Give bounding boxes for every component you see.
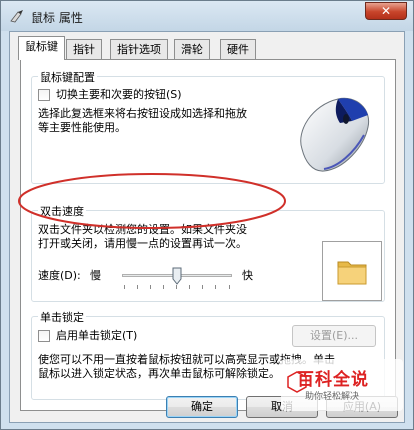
window-title: 鼠标 属性 bbox=[31, 11, 83, 25]
click-lock-label[interactable]: 启用单击锁定(T) bbox=[56, 329, 137, 343]
settings-button[interactable]: 设置(E)... bbox=[292, 325, 376, 347]
click-lock-desc-2: 鼠标以进入锁定状态，再次单击鼠标可解除锁定。 bbox=[38, 367, 280, 380]
click-lock-title: 单击锁定 bbox=[38, 309, 86, 325]
button-config-desc-2: 等主要性能使用。 bbox=[38, 121, 126, 134]
test-folder-area[interactable] bbox=[322, 241, 382, 301]
tab-hardware[interactable]: 硬件 bbox=[220, 39, 256, 59]
switch-buttons-label[interactable]: 切换主要和次要的按钮(S) bbox=[56, 88, 182, 102]
red-annotation-ellipse bbox=[18, 173, 286, 229]
title-bar[interactable]: 鼠标 属性 ✕ bbox=[1, 1, 413, 31]
tab-pointers[interactable]: 指针 bbox=[66, 39, 102, 59]
slider-tick bbox=[229, 285, 230, 289]
slider-tick bbox=[137, 285, 138, 289]
watermark: 百科全说 助你轻松解决 bbox=[281, 359, 403, 411]
folder-icon[interactable] bbox=[335, 254, 369, 288]
close-button[interactable]: ✕ bbox=[365, 2, 407, 20]
button-config-title: 鼠标键配置 bbox=[38, 69, 97, 85]
speed-label: 速度(D): bbox=[38, 269, 81, 282]
fast-label: 快 bbox=[242, 269, 253, 282]
watermark-main-text: 百科全说 bbox=[297, 370, 369, 390]
slider-tick bbox=[124, 285, 125, 289]
mouse-illustration-icon bbox=[300, 97, 370, 172]
slider-tick bbox=[215, 285, 216, 289]
slider-tick bbox=[163, 285, 164, 289]
tab-pointer-options[interactable]: 指针选项 bbox=[110, 39, 168, 59]
slow-label: 慢 bbox=[90, 269, 101, 282]
button-config-group: 鼠标键配置 切换主要和次要的按钮(S) 选择此复选框来将右按钮设成如选择和拖放 … bbox=[31, 69, 385, 184]
ok-button[interactable]: 确定 bbox=[166, 396, 238, 418]
speed-slider-thumb[interactable] bbox=[172, 267, 182, 285]
click-lock-checkbox[interactable] bbox=[38, 330, 50, 342]
slider-tick bbox=[176, 285, 177, 289]
tab-wheel[interactable]: 滑轮 bbox=[174, 39, 210, 59]
watermark-sub-text: 助你轻松解决 bbox=[305, 392, 360, 402]
mouse-icon bbox=[10, 10, 23, 23]
slider-tick bbox=[150, 285, 151, 289]
tab-buttons[interactable]: 鼠标键 bbox=[18, 36, 65, 60]
slider-tick bbox=[202, 285, 203, 289]
button-config-desc-1: 选择此复选框来将右按钮设成如选择和拖放 bbox=[38, 107, 247, 120]
double-click-desc-2: 打开或关闭，请用慢一点的设置再试一次。 bbox=[38, 237, 247, 250]
switch-buttons-checkbox[interactable] bbox=[38, 89, 50, 101]
close-icon: ✕ bbox=[380, 4, 392, 18]
slider-tick bbox=[189, 285, 190, 289]
mouse-properties-window: 鼠标 属性 ✕ 鼠标键 指针 指针选项 滑轮 硬件 鼠标键配置 切换主要和次要的… bbox=[0, 0, 414, 430]
